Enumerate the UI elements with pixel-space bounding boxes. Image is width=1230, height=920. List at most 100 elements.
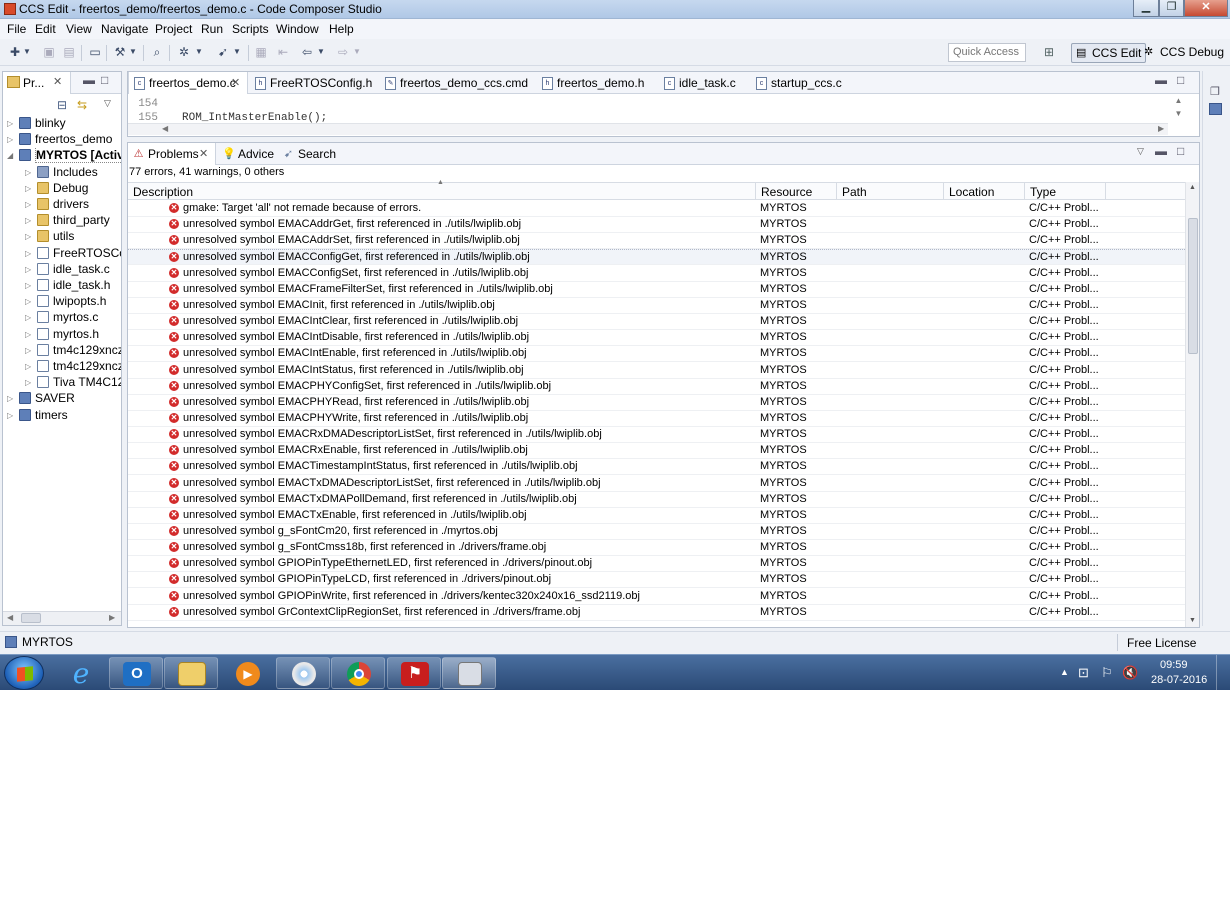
taskbar-media-player[interactable]: ▶ xyxy=(220,657,274,689)
close-icon[interactable]: ✕ xyxy=(53,75,62,88)
collapsed-arrow-icon[interactable]: ▷ xyxy=(25,330,35,339)
menu-window[interactable]: Window xyxy=(276,22,319,36)
tree-item[interactable]: ▷ utils xyxy=(25,229,121,245)
menu-scripts[interactable]: Scripts xyxy=(232,22,269,36)
menu-run[interactable]: Run xyxy=(201,22,223,36)
explorer-horizontal-scrollbar[interactable]: ◀ ▶ xyxy=(3,611,121,625)
column-path[interactable]: Path xyxy=(837,183,944,200)
problem-row[interactable]: ✕ unresolved symbol GPIOPinWrite, first r… xyxy=(128,589,1185,605)
taskbar-code-composer-studio[interactable] xyxy=(442,657,496,689)
tab-search[interactable]: ➹ Search xyxy=(278,143,336,165)
problem-row[interactable]: ✕ unresolved symbol EMACPHYRead, first re… xyxy=(128,395,1185,411)
problem-row[interactable]: ✕ unresolved symbol g_sFontCmss18b, first… xyxy=(128,540,1185,557)
tab-idle-task-c[interactable]: c idle_task.c xyxy=(659,72,736,94)
menu-edit[interactable]: Edit xyxy=(35,22,56,36)
view-menu-icon[interactable]: ▽ xyxy=(1137,146,1144,157)
menu-view[interactable]: View xyxy=(66,22,92,36)
minimize-view-icon[interactable]: ▬ xyxy=(83,73,95,87)
problem-row[interactable]: ✕ unresolved symbol EMACIntEnable, first … xyxy=(128,346,1185,363)
tab-startup-ccs-c[interactable]: c startup_ccs.c xyxy=(751,72,842,94)
problem-row[interactable]: ✕ unresolved symbol GPIOPinTypeEthernetLE… xyxy=(128,556,1185,573)
tree-item[interactable]: ▷ tm4c129xncz xyxy=(25,359,121,375)
tab-freertosconfig-h[interactable]: h FreeRTOSConfig.h xyxy=(250,72,372,94)
close-button[interactable]: ✕ xyxy=(1184,0,1228,17)
tree-item[interactable]: ▷ FreeRTOSCo xyxy=(25,246,121,262)
tree-item[interactable]: ▷ blinky xyxy=(7,116,121,132)
last-edit-icon[interactable]: ⇤ xyxy=(274,44,292,60)
editor-horizontal-scrollbar[interactable]: ◀ ▶ xyxy=(128,123,1168,135)
problem-row[interactable]: ✕ gmake: Target 'all' not remade because … xyxy=(128,201,1185,217)
forward-dropdown-icon[interactable]: ▼ xyxy=(352,44,362,60)
tree-item[interactable]: ▷ Tiva TM4C12 xyxy=(25,375,121,391)
perspective-ccs-debug[interactable]: ✲ CCS Debug xyxy=(1140,43,1228,63)
view-menu-icon[interactable]: ▽ xyxy=(104,98,111,109)
column-location[interactable]: Location xyxy=(944,183,1025,200)
collapsed-arrow-icon[interactable]: ▷ xyxy=(25,200,35,209)
problem-row[interactable]: ✕ unresolved symbol EMACPHYConfigSet, fir… xyxy=(128,379,1185,395)
problem-row[interactable]: ✕ unresolved symbol GrContextClipRegionSe… xyxy=(128,605,1185,621)
column-resource[interactable]: Resource xyxy=(756,183,837,200)
collapsed-arrow-icon[interactable]: ▷ xyxy=(7,135,17,144)
taskbar-paint[interactable] xyxy=(276,657,330,689)
collapsed-arrow-icon[interactable]: ▷ xyxy=(25,378,35,387)
forward-icon[interactable]: ⇨ xyxy=(334,44,352,60)
problem-row[interactable]: ✕ unresolved symbol EMACAddrSet, first re… xyxy=(128,233,1185,250)
collapsed-arrow-icon[interactable]: ▷ xyxy=(25,281,35,290)
show-hidden-icons[interactable]: ▲ xyxy=(1060,667,1069,677)
tab-advice[interactable]: 💡 Advice xyxy=(218,143,274,165)
toggle-icon[interactable]: ▦ xyxy=(252,44,270,60)
collapsed-arrow-icon[interactable]: ▷ xyxy=(25,297,35,306)
tree-item[interactable]: ▷ myrtos.c xyxy=(25,310,121,326)
minimize-view-icon[interactable]: ▬ xyxy=(1155,73,1167,87)
flash-icon[interactable]: ➹ xyxy=(214,44,232,60)
debug-dropdown-icon[interactable]: ▼ xyxy=(194,44,204,60)
collapsed-arrow-icon[interactable]: ▷ xyxy=(25,232,35,241)
open-perspective-icon[interactable]: ⊞ xyxy=(1044,45,1060,61)
network-tray-icon[interactable]: ⊡ xyxy=(1078,665,1089,681)
taskbar-file-explorer[interactable] xyxy=(164,657,218,689)
license-status[interactable]: Free License xyxy=(1127,636,1196,650)
outline-view-icon[interactable] xyxy=(1209,103,1222,115)
menu-project[interactable]: Project xyxy=(155,22,192,36)
problem-row[interactable]: ✕ unresolved symbol EMACPHYWrite, first r… xyxy=(128,411,1185,427)
scrollbar-thumb[interactable] xyxy=(1188,218,1198,354)
problem-row[interactable]: ✕ unresolved symbol EMACTxDMAPollDemand, … xyxy=(128,492,1185,508)
tab-freertos-demo-ccs-cmd[interactable]: ✎ freertos_demo_ccs.cmd xyxy=(380,72,528,94)
code-line[interactable]: 154 xyxy=(128,98,182,110)
tree-item[interactable]: ▷ third_party xyxy=(25,213,121,229)
problem-row[interactable]: ✕ unresolved symbol EMACFrameFilterSet, f… xyxy=(128,282,1185,298)
taskbar-internet-explorer[interactable]: e xyxy=(53,657,107,689)
collapsed-arrow-icon[interactable]: ▷ xyxy=(25,362,35,371)
back-dropdown-icon[interactable]: ▼ xyxy=(316,44,326,60)
build-icon[interactable]: ⚒ xyxy=(111,44,129,60)
tree-item[interactable]: ▷ tm4c129xncz xyxy=(25,343,121,359)
show-desktop-button[interactable] xyxy=(1216,655,1228,690)
problem-row[interactable]: ✕ unresolved symbol EMACIntDisable, first… xyxy=(128,330,1185,347)
problem-row[interactable]: ✕ unresolved symbol EMACInit, first refer… xyxy=(128,298,1185,314)
collapsed-arrow-icon[interactable]: ▷ xyxy=(7,411,17,420)
tree-item[interactable]: ▷ Debug xyxy=(25,181,121,197)
save-all-icon[interactable]: ▤ xyxy=(60,44,78,60)
collapsed-arrow-icon[interactable]: ▷ xyxy=(25,249,35,258)
search-icon[interactable]: ⌕ xyxy=(148,44,166,60)
terminal-icon[interactable]: ▭ xyxy=(86,44,104,60)
link-with-editor-icon[interactable]: ⇆ xyxy=(77,98,87,112)
problem-row[interactable]: ✕ unresolved symbol EMACIntStatus, first … xyxy=(128,363,1185,379)
collapse-all-icon[interactable]: ⊟ xyxy=(57,98,67,112)
maximize-view-icon[interactable]: □ xyxy=(1177,144,1184,158)
clock-date[interactable]: 28-07-2016 xyxy=(1151,674,1207,686)
perspective-ccs-edit[interactable]: ▤ CCS Edit xyxy=(1071,43,1147,63)
menu-help[interactable]: Help xyxy=(329,22,354,36)
quick-access-input[interactable]: Quick Access xyxy=(948,43,1026,62)
tree-item[interactable]: ▷ Includes xyxy=(25,165,121,181)
minimize-button[interactable]: ▁ xyxy=(1133,0,1159,17)
problem-row[interactable]: ✕ unresolved symbol EMACConfigGet, first … xyxy=(128,249,1185,266)
tab-freertos-demo-h[interactable]: h freertos_demo.h xyxy=(537,72,644,94)
collapsed-arrow-icon[interactable]: ▷ xyxy=(25,216,35,225)
back-icon[interactable]: ⇦ xyxy=(298,44,316,60)
problem-row[interactable]: ✕ unresolved symbol GPIOPinTypeLCD, first… xyxy=(128,572,1185,589)
problem-row[interactable]: ✕ unresolved symbol EMACTimestampIntStatu… xyxy=(128,459,1185,476)
problem-row[interactable]: ✕ unresolved symbol EMACTxDMADescriptorLi… xyxy=(128,476,1185,492)
column-description[interactable]: Description ▲ xyxy=(128,179,756,200)
tab-problems[interactable]: ⚠ Problems ✕ xyxy=(128,143,216,165)
